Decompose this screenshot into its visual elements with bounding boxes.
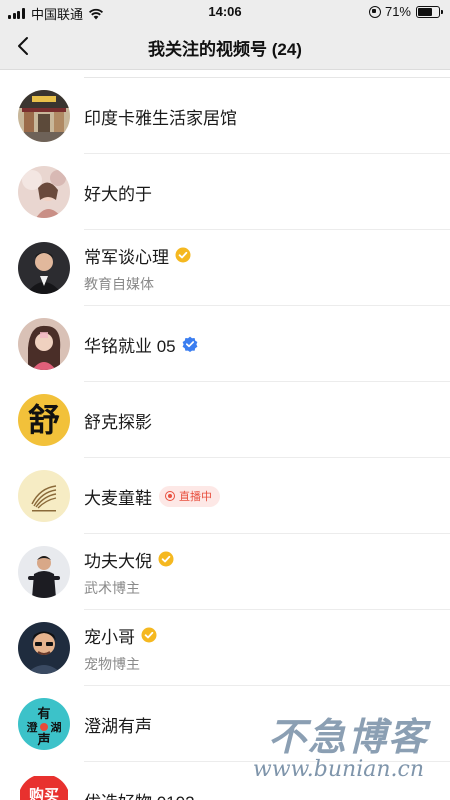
channel-name: 功夫大倪 <box>84 551 152 571</box>
watermark-title: 不急博客 <box>267 714 428 759</box>
status-right: 71% <box>368 4 443 19</box>
avatar <box>18 546 70 598</box>
watermark: 不急博客 www.bunian.cn <box>253 706 428 782</box>
avatar: 购买 <box>18 774 70 800</box>
channel-name: 大麦童鞋 <box>84 488 152 508</box>
avatar-text: 有 <box>37 706 50 722</box>
list-item[interactable]: 华铭就业 05 <box>0 306 450 382</box>
verified-yellow-icon <box>141 627 157 643</box>
verified-yellow-icon <box>175 247 191 263</box>
avatar <box>18 242 70 294</box>
live-label: 直播中 <box>179 491 212 503</box>
live-badge[interactable]: 直播中 <box>159 485 220 507</box>
channel-subtitle: 教育自媒体 <box>84 275 154 292</box>
avatar-text: 声 <box>36 732 50 748</box>
channel-name: 华铭就业 05 <box>84 336 176 356</box>
navigation-bar: 我关注的视频号 (24) <box>0 22 450 70</box>
channel-name: 常军谈心理 <box>84 247 169 267</box>
avatar <box>18 622 70 674</box>
verified-yellow-icon <box>158 551 174 567</box>
list-item[interactable]: 舒 舒克探影 <box>0 382 450 458</box>
battery-percent: 71% <box>384 4 411 19</box>
channel-name: 宠小哥 <box>84 627 135 647</box>
avatar: 舒 <box>18 394 70 446</box>
avatar-text: 购买 <box>29 786 59 800</box>
avatar: 有 澄 湖 声 <box>18 698 70 750</box>
avatar-text: 湖 <box>51 720 62 734</box>
avatar-text: 澄 <box>27 720 39 734</box>
verified-blue-icon <box>182 336 198 352</box>
channel-name: 印度卡雅生活家居馆 <box>84 108 237 128</box>
list-item[interactable]: 常军谈心理 教育自媒体 <box>0 230 450 306</box>
channel-name: 优选好物 0102 <box>84 788 195 800</box>
rotation-lock-icon <box>368 5 381 18</box>
list-item[interactable]: 宠小哥 宠物博主 <box>0 610 450 686</box>
status-bar: 中国联通 14:06 71% <box>0 0 450 22</box>
avatar <box>18 166 70 218</box>
avatar <box>18 90 70 142</box>
list-item[interactable]: 功夫大倪 武术博主 <box>0 534 450 610</box>
live-icon <box>165 491 175 501</box>
avatar-text: 舒 <box>28 401 60 439</box>
channel-name: 澄湖有声 <box>84 716 152 736</box>
channel-subtitle: 武术博主 <box>84 579 140 596</box>
list-item[interactable]: 大麦童鞋 直播中 <box>0 458 450 534</box>
channel-name: 舒克探影 <box>84 412 152 432</box>
page-title: 我关注的视频号 (24) <box>148 40 302 59</box>
channel-subtitle: 宠物博主 <box>84 655 140 672</box>
battery-icon <box>416 5 443 18</box>
avatar <box>18 470 70 522</box>
list-item[interactable]: 印度卡雅生活家居馆 <box>0 78 450 154</box>
channel-list: 印度卡雅生活家居馆 好大的于 常军谈心理 教育自媒体 华铭就业 05 舒 舒克探… <box>0 72 450 800</box>
channel-name: 好大的于 <box>84 184 152 204</box>
list-item[interactable]: 好大的于 <box>0 154 450 230</box>
avatar <box>18 318 70 370</box>
